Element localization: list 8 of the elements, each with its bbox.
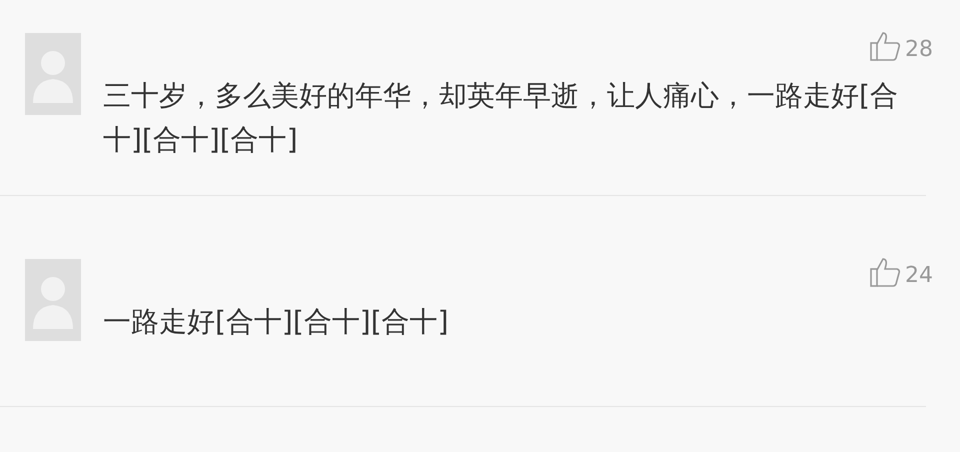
like-count: 24 [905, 264, 933, 288]
avatar-icon [25, 33, 81, 115]
comment-text: 三十岁，多么美好的年华，却英年早逝，让人痛心，一路走好[合十][合十][合十] [103, 78, 899, 158]
like-count: 28 [905, 38, 933, 62]
comment-text: 一路走好[合十][合十][合十] [103, 304, 450, 340]
avatar-icon [25, 259, 81, 341]
thumbs-up-icon[interactable] [869, 30, 901, 62]
thumbs-up-icon[interactable] [869, 256, 901, 288]
